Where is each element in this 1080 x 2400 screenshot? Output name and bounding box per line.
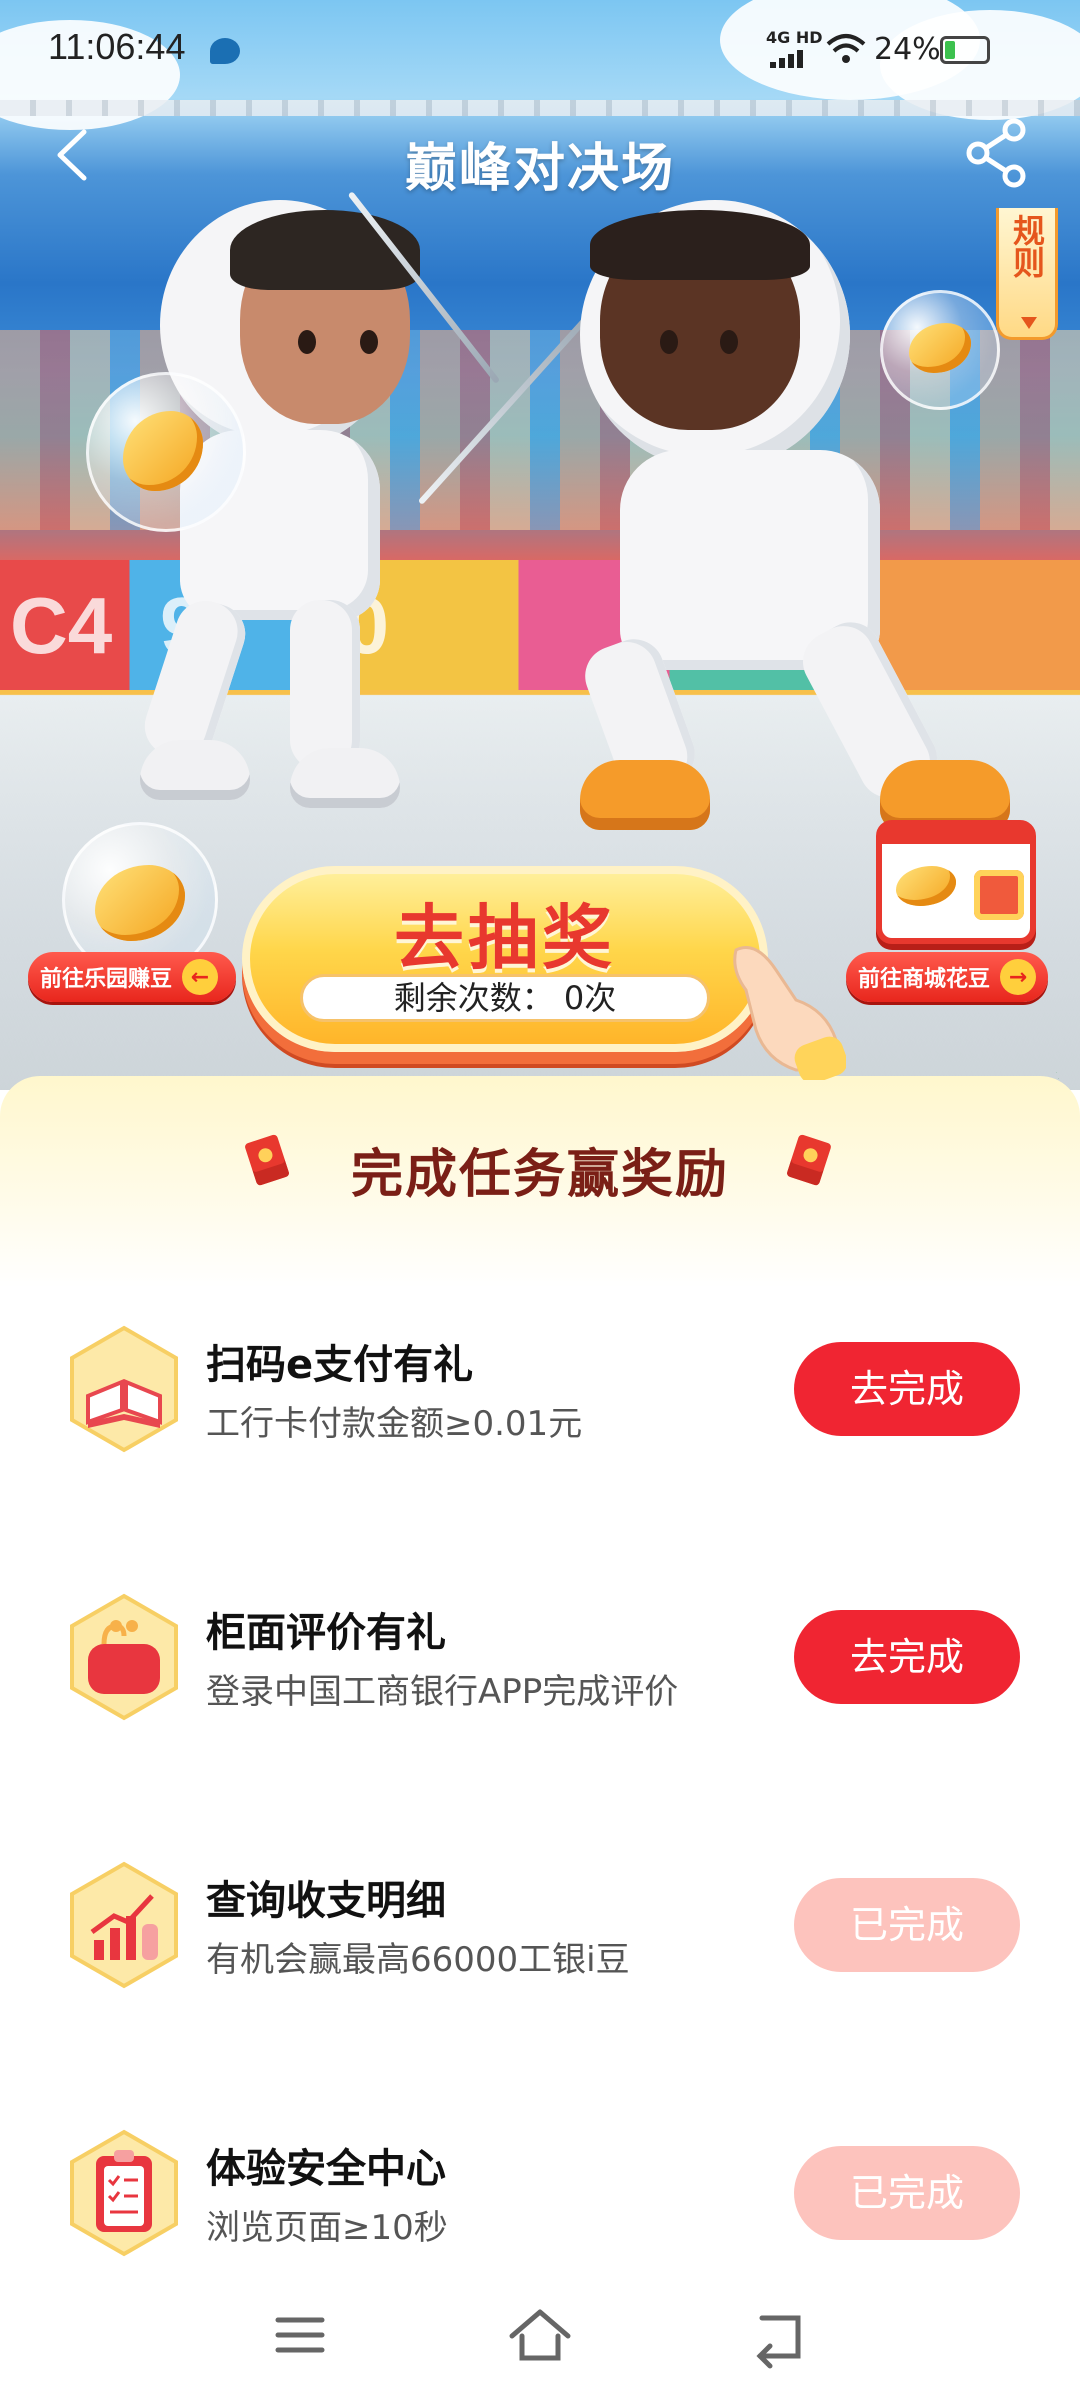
task-description: 登录中国工商银行APP完成评价 [206,1672,679,1712]
message-icon [210,38,240,64]
remaining-label: 剩余次数： [393,979,554,1017]
arrow-left-icon: ← [182,959,219,995]
task-title: 查询收支明细 [206,1878,446,1924]
signal-icon [770,48,810,68]
status-bar: 11:06:44 4G HD 24% [0,0,1080,100]
chip-label: 前往商城花豆 [858,967,991,992]
bean-bubble [880,290,1000,410]
task-description: 浏览页面≥10秒 [206,2208,448,2248]
bean-bubble [86,372,246,532]
wifi-icon [826,34,866,63]
draw-label: 去抽奖 [394,897,616,979]
share-icon[interactable] [964,118,1028,188]
task-row: 扫码e支付有礼 工行卡付款金额≥0.01元 去完成 [0,1314,1080,1474]
remaining-count: 剩余次数： 0次 [300,974,710,1022]
task-complete-button[interactable]: 去完成 [794,1342,1020,1436]
page-header: 巅峰对决场 [0,100,1080,210]
clipboard-icon [70,2129,178,2257]
battery-percent: 24% [874,32,941,67]
task-completed-button[interactable]: 已完成 [794,2146,1020,2240]
task-row: 查询收支明细 有机会赢最高66000工银i豆 已完成 [0,1850,1080,2010]
task-title: 扫码e支付有礼 [206,1342,474,1388]
wallet-icon [70,1593,178,1721]
chip-label: 前往乐园赚豆 [40,967,173,992]
mall-card-illustration [876,820,1036,944]
menu-icon[interactable] [260,2300,340,2370]
remaining-value: 0次 [563,979,617,1017]
rules-tab[interactable]: 规则 [996,208,1058,340]
task-row: 柜面评价有礼 登录中国工商银行APP完成评价 去完成 [0,1582,1080,1742]
panel-title: 完成任务赢奖励 [350,1145,729,1205]
task-complete-button[interactable]: 去完成 [794,1610,1020,1704]
back-icon[interactable] [740,2300,820,2370]
network-label: 4G HD [766,28,823,47]
book-icon [70,1325,178,1453]
go-park-earn-beans-button[interactable]: 前往乐园赚豆 ← [28,952,237,1002]
task-description: 有机会赢最高66000工银i豆 [206,1940,630,1980]
page-title: 巅峰对决场 [404,139,675,199]
draw-lottery-button[interactable]: 去抽奖 剩余次数： 0次 [242,866,768,1052]
task-title: 柜面评价有礼 [206,1610,446,1656]
chart-icon [70,1861,178,1989]
status-time: 11:06:44 [48,26,186,67]
battery-icon [940,36,990,64]
task-description: 工行卡付款金额≥0.01元 [206,1404,583,1444]
rules-label: 规则 [1008,214,1046,278]
task-title: 体验安全中心 [206,2146,446,2192]
go-mall-spend-beans-button[interactable]: 前往商城花豆 → [846,952,1049,1002]
chevron-down-icon [1021,317,1037,329]
home-icon[interactable] [500,2300,580,2370]
task-row: 体验安全中心 浏览页面≥10秒 已完成 [0,2118,1080,2278]
arrow-right-icon: → [1000,959,1037,995]
pointing-hand-icon [733,946,846,1080]
system-nav-bar [0,2270,1080,2400]
task-completed-button[interactable]: 已完成 [794,1878,1020,1972]
task-panel: 完成任务赢奖励 扫码e支付有礼 工行卡付款金额≥0.01元 去完成 柜面评价有礼… [0,1076,1080,2400]
